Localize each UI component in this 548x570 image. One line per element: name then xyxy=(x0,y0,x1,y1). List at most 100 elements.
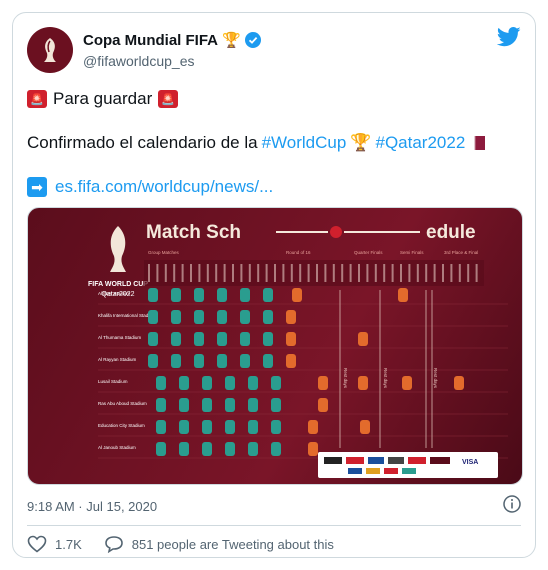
date-tick xyxy=(349,264,352,282)
group-match-marker xyxy=(263,332,273,346)
date-tick xyxy=(290,264,293,282)
group-match-marker xyxy=(240,332,250,346)
date-tick xyxy=(416,264,419,282)
tweet-actions: 1.7K 851 people are Tweeting about this xyxy=(27,535,334,553)
date-tick xyxy=(458,264,461,282)
stadium-label: Ras Abu Aboud Stadium xyxy=(98,401,147,406)
right-arrow-icon: ➡ xyxy=(27,177,47,197)
group-match-marker xyxy=(194,332,204,346)
group-match-marker xyxy=(240,354,250,368)
knockout-match-marker xyxy=(318,376,328,390)
group-match-marker xyxy=(263,288,273,302)
group-match-marker xyxy=(148,310,158,324)
date-tick xyxy=(383,264,386,282)
date-tick xyxy=(232,264,234,282)
info-icon[interactable] xyxy=(503,495,521,513)
sponsor-strip: VISA xyxy=(318,452,498,478)
date-tick xyxy=(332,264,335,282)
twitter-bird-icon[interactable] xyxy=(497,27,521,47)
date-tick xyxy=(475,264,478,282)
knockout-match-marker xyxy=(286,310,296,324)
like-count[interactable]: 1.7K xyxy=(55,537,82,552)
group-match-marker xyxy=(202,420,212,434)
divider xyxy=(27,525,521,526)
date-tick xyxy=(274,264,276,282)
reply-bubble-icon[interactable] xyxy=(104,535,124,553)
trophy-emoji-icon: 🏆 xyxy=(350,133,372,152)
schedule-title-left: Match Sch xyxy=(146,222,241,243)
avatar[interactable] xyxy=(27,27,73,73)
hashtag-qatar2022-link[interactable]: #Qatar2022 xyxy=(376,133,466,153)
date-tick xyxy=(148,264,150,282)
author-name[interactable]: Copa Mundial FIFA xyxy=(83,32,218,49)
qatar-flag-icon xyxy=(469,136,486,150)
hashtag-worldcup-link[interactable]: #WorldCup xyxy=(262,133,347,153)
group-match-marker xyxy=(202,398,212,412)
knockout-match-marker xyxy=(360,420,370,434)
tweet-text-line2: Confirmado el calendario de la xyxy=(27,133,258,152)
tweet-text-line1: Para guardar xyxy=(53,89,153,108)
date-tick xyxy=(366,264,369,282)
heart-icon[interactable] xyxy=(27,535,47,553)
date-tick xyxy=(173,264,176,282)
rest-day-label: Rest days xyxy=(343,368,348,389)
date-tick xyxy=(282,264,285,282)
group-match-marker xyxy=(171,310,181,324)
group-match-marker xyxy=(248,376,258,390)
group-match-marker xyxy=(248,442,258,456)
date-tick xyxy=(240,264,243,282)
stadium-label: Education City Stadium xyxy=(98,423,145,428)
group-match-marker xyxy=(225,398,235,412)
match-schedule-image[interactable]: FIFA WORLD CUP Qatar2022 Match Sch edule… xyxy=(27,207,523,485)
group-match-marker xyxy=(156,376,166,390)
tweet-card[interactable]: Copa Mundial FIFA 🏆 @fifaworldcup_es 🚨 P… xyxy=(12,12,536,558)
group-match-marker xyxy=(179,442,189,456)
date-tick xyxy=(156,264,159,282)
stadium-label: Al Bayt Stadium xyxy=(98,291,130,296)
stadium-label: Al Rayyan Stadium xyxy=(98,357,137,362)
group-match-marker xyxy=(271,420,281,434)
rest-day-label: Rest days xyxy=(383,368,388,389)
date-tick xyxy=(374,264,377,282)
date-tick xyxy=(215,264,218,282)
group-match-marker xyxy=(179,376,189,390)
knockout-match-marker xyxy=(454,376,464,390)
knockout-match-marker xyxy=(358,376,368,390)
tweeting-count[interactable]: 851 people are Tweeting about this xyxy=(132,537,334,552)
tweet-timestamp[interactable]: 9:18 AM · Jul 15, 2020 xyxy=(27,499,157,514)
group-match-marker xyxy=(194,354,204,368)
group-match-marker xyxy=(156,420,166,434)
group-match-marker xyxy=(271,376,281,390)
group-match-marker xyxy=(156,442,166,456)
date-tick xyxy=(433,264,436,282)
section-third-place-final: 3rd Place & Final xyxy=(444,250,478,255)
date-tick xyxy=(248,264,251,282)
group-match-marker xyxy=(171,288,181,302)
group-match-marker xyxy=(263,310,273,324)
group-match-marker xyxy=(179,420,189,434)
news-link[interactable]: es.fifa.com/worldcup/news/... xyxy=(55,177,273,197)
knockout-match-marker xyxy=(286,332,296,346)
date-tick xyxy=(450,264,453,282)
group-match-marker xyxy=(171,354,181,368)
knockout-match-marker xyxy=(398,288,408,302)
date-tick xyxy=(257,264,260,282)
date-tick xyxy=(425,264,428,282)
fifa-logo-icon xyxy=(44,38,56,62)
date-tick xyxy=(206,264,209,282)
group-match-marker xyxy=(148,354,158,368)
date-tick xyxy=(181,264,184,282)
group-match-marker xyxy=(194,288,204,302)
author-handle[interactable]: @fifaworldcup_es xyxy=(83,53,195,69)
date-tick xyxy=(190,264,192,282)
author-name-row[interactable]: Copa Mundial FIFA 🏆 xyxy=(83,31,261,49)
world-cup-logo: FIFA WORLD CUP Qatar2022 xyxy=(88,226,148,298)
date-tick xyxy=(341,264,344,282)
logo-text: FIFA WORLD CUP xyxy=(88,281,148,288)
date-tick xyxy=(307,264,310,282)
knockout-match-marker xyxy=(308,420,318,434)
group-match-marker xyxy=(271,442,281,456)
group-match-marker xyxy=(202,442,212,456)
rest-day-label: Rest days xyxy=(433,368,438,389)
group-match-marker xyxy=(179,398,189,412)
